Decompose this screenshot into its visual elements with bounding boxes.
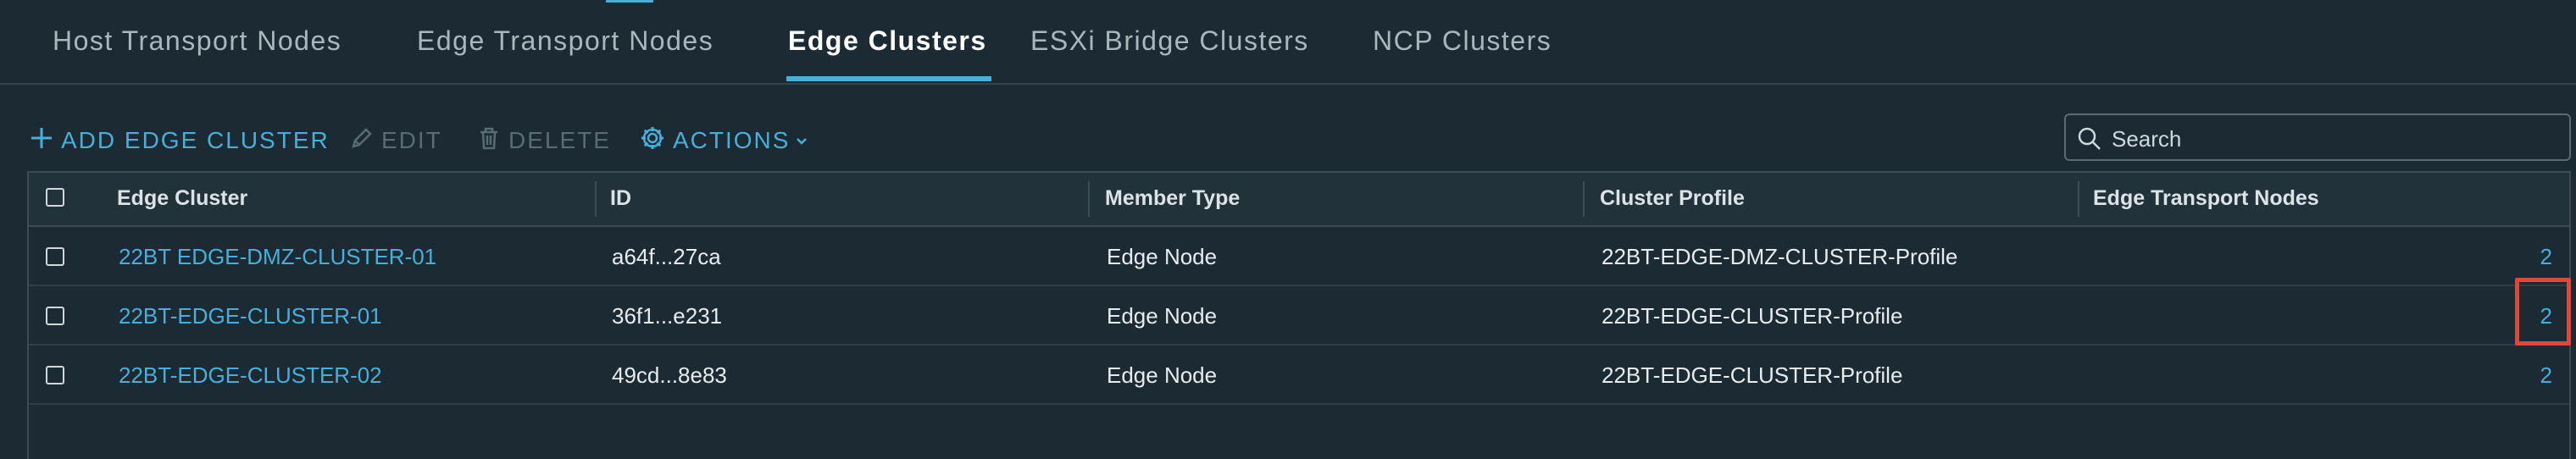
edge-transport-nodes-count-link[interactable]: 2 xyxy=(2540,362,2552,389)
cluster-id: 49cd...8e83 xyxy=(612,362,727,388)
actions-menu-button[interactable]: ACTIONS xyxy=(639,124,808,158)
chevron-down-icon xyxy=(795,127,808,154)
actions-label: ACTIONS xyxy=(673,127,791,153)
delete-label: DELETE xyxy=(508,127,611,153)
column-resize-handle[interactable] xyxy=(1088,181,1090,217)
cluster-profile: 22BT-EDGE-CLUSTER-Profile xyxy=(1602,303,1903,329)
pencil-icon xyxy=(349,125,375,157)
table-row: 22BT-EDGE-CLUSTER-02 49cd...8e83 Edge No… xyxy=(29,346,2569,405)
cluster-profile: 22BT-EDGE-CLUSTER-Profile xyxy=(1602,362,1903,388)
add-edge-cluster-button[interactable]: ADD EDGE CLUSTER xyxy=(29,124,330,158)
table-header: Edge Cluster ID Member Type Cluster Prof… xyxy=(29,173,2569,227)
cluster-id: 36f1...e231 xyxy=(612,303,723,329)
tab-host-transport-nodes[interactable]: Host Transport Nodes xyxy=(53,25,341,59)
table-row: 22BT-EDGE-CLUSTER-01 36f1...e231 Edge No… xyxy=(29,286,2569,346)
table-row: 22BT EDGE-DMZ-CLUSTER-01 a64f...27ca Edg… xyxy=(29,227,2569,286)
edge-cluster-link[interactable]: 22BT-EDGE-CLUSTER-02 xyxy=(119,362,382,389)
member-type: Edge Node xyxy=(1107,244,1218,269)
search-icon xyxy=(2078,127,2101,150)
column-header-member-type[interactable]: Member Type xyxy=(1105,186,1240,211)
tab-esxi-bridge-clusters[interactable]: ESXi Bridge Clusters xyxy=(1030,25,1309,59)
add-edge-cluster-label: ADD EDGE CLUSTER xyxy=(61,127,330,153)
tab-edge-clusters[interactable]: Edge Clusters xyxy=(788,25,987,59)
edit-button[interactable]: EDIT xyxy=(349,124,442,158)
select-all-checkbox[interactable] xyxy=(46,188,64,207)
edge-clusters-grid: Edge Cluster ID Member Type Cluster Prof… xyxy=(27,171,2571,459)
member-type: Edge Node xyxy=(1107,362,1218,388)
column-resize-handle[interactable] xyxy=(595,181,597,217)
tab-edge-transport-nodes[interactable]: Edge Transport Nodes xyxy=(417,25,713,59)
edit-label: EDIT xyxy=(381,127,442,153)
trash-icon xyxy=(476,125,502,157)
highlight-annotation-box xyxy=(2515,278,2571,346)
cluster-profile: 22BT-EDGE-DMZ-CLUSTER-Profile xyxy=(1602,244,1958,269)
search-box xyxy=(2064,113,2571,161)
member-type: Edge Node xyxy=(1107,303,1218,329)
gear-icon xyxy=(639,124,666,158)
delete-button[interactable]: DELETE xyxy=(476,124,611,158)
edge-cluster-link[interactable]: 22BT EDGE-DMZ-CLUSTER-01 xyxy=(119,244,436,270)
column-header-edge-cluster[interactable]: Edge Cluster xyxy=(117,186,247,211)
column-resize-handle[interactable] xyxy=(2078,181,2079,217)
search-input[interactable] xyxy=(2110,122,2554,156)
tab-bar: Host Transport Nodes Edge Transport Node… xyxy=(0,0,2576,85)
tab-top-accent xyxy=(606,0,653,3)
row-checkbox[interactable] xyxy=(46,307,64,325)
row-checkbox[interactable] xyxy=(46,366,64,384)
row-checkbox[interactable] xyxy=(46,247,64,266)
tab-ncp-clusters[interactable]: NCP Clusters xyxy=(1373,25,1552,59)
column-header-edge-transport-nodes[interactable]: Edge Transport Nodes xyxy=(2093,186,2319,211)
edge-transport-nodes-count-link[interactable]: 2 xyxy=(2540,244,2552,270)
active-tab-indicator xyxy=(786,76,991,81)
edge-cluster-link[interactable]: 22BT-EDGE-CLUSTER-01 xyxy=(119,303,382,329)
column-resize-handle[interactable] xyxy=(1583,181,1585,217)
plus-icon xyxy=(29,125,54,157)
column-header-cluster-profile[interactable]: Cluster Profile xyxy=(1600,186,1745,211)
column-header-id[interactable]: ID xyxy=(610,186,631,211)
cluster-id: a64f...27ca xyxy=(612,244,721,269)
